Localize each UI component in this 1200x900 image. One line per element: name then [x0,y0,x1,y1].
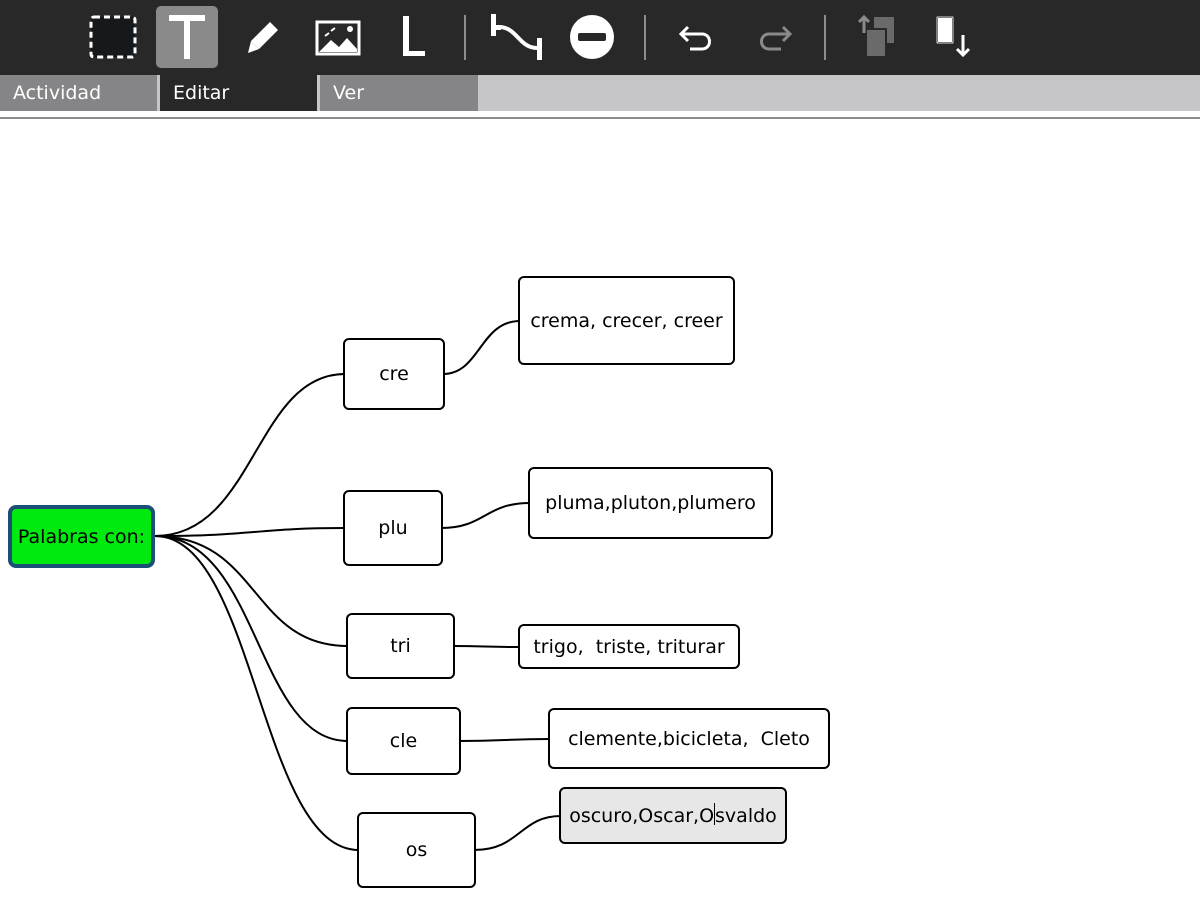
link-plu-words [440,502,531,529]
link-cre-words [442,320,521,375]
image-icon [315,20,361,56]
dashed-rectangle-icon [89,15,137,59]
link-cle-words [458,738,551,742]
undo-icon [678,25,711,51]
link-os-words [473,815,562,851]
toolbar-separator [824,15,826,60]
select-tool[interactable] [82,6,144,68]
toolbar-separator [644,15,646,60]
text-t-icon [169,15,205,59]
tab-label: Ver [333,82,365,104]
import-button[interactable] [847,6,909,68]
node-tri[interactable]: tri [346,613,455,679]
mindmap-canvas[interactable]: Palabras con: cre crema, crecer, creer p… [0,119,1200,900]
image-tool[interactable] [307,6,369,68]
toolbar-separator [464,15,466,60]
link-root-os [154,535,360,851]
node-label: clemente,bicicleta, Cleto [568,727,810,750]
link-root-plu [154,527,346,537]
redo-button[interactable] [742,6,804,68]
root-node-label: Palabras con: [17,525,146,548]
node-label: cle [389,730,418,752]
tab-editar[interactable]: Editar [160,75,317,111]
node-plu[interactable]: plu [343,490,443,566]
node-tri-words[interactable]: trigo, triste, triturar [518,624,740,669]
toolbar [0,0,1200,75]
link-tri-words [452,645,521,648]
tab-actividad[interactable]: Actividad [0,75,157,111]
node-label: plu [378,517,408,539]
text-tool[interactable] [156,6,218,68]
tab-label: Actividad [13,82,102,104]
tab-ver[interactable]: Ver [320,75,478,111]
pencil-tool[interactable] [232,6,294,68]
tab-bar: Actividad Editar Ver [0,75,1200,111]
link-root-cre [154,373,346,537]
import-pages-icon [857,14,894,58]
root-node[interactable]: Palabras con: [8,505,155,568]
link-root-cle [154,535,349,742]
label-tool[interactable] [381,6,443,68]
connector-curve-icon [491,14,542,60]
node-text-after-caret: svaldo [715,804,777,827]
minus-circle-icon [570,15,614,59]
node-label: pluma,pluton,plumero [545,492,756,514]
link-tool[interactable] [486,6,548,68]
node-cre[interactable]: cre [343,338,445,410]
letter-l-icon [403,16,425,56]
node-os-words-editing[interactable]: oscuro,Oscar,O svaldo [559,787,787,844]
node-cle-words[interactable]: clemente,bicicleta, Cleto [548,708,830,769]
pencil-icon [248,22,278,53]
node-plu-words[interactable]: pluma,pluton,plumero [528,467,773,539]
node-label: crema, crecer, creer [530,309,723,332]
node-text-before-caret: oscuro,Oscar,O [569,804,715,827]
node-label: tri [390,635,411,657]
undo-button[interactable] [667,6,729,68]
node-label: trigo, triste, triturar [533,635,725,658]
delete-tool[interactable] [561,6,623,68]
node-cre-words[interactable]: crema, crecer, creer [518,276,735,365]
export-button[interactable] [922,6,984,68]
node-os[interactable]: os [357,812,476,888]
tab-label: Editar [173,82,230,104]
node-cle[interactable]: cle [346,707,461,775]
node-label: os [405,839,428,861]
node-label: cre [379,363,409,385]
redo-icon [760,25,793,51]
export-document-icon [936,16,971,58]
